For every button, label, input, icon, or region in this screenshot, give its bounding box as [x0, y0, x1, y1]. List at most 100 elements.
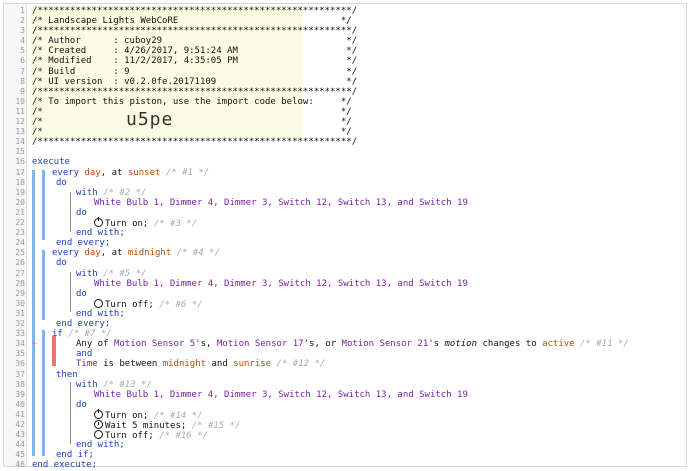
line-number: 37	[15, 369, 25, 379]
do-keyword[interactable]: do	[56, 258, 67, 268]
if-keyword: if	[52, 329, 63, 340]
time-condition[interactable]: Time is between midnight and sunrise /* …	[76, 359, 325, 369]
line-number: 5	[20, 46, 25, 56]
condition-text: 's, or	[303, 339, 342, 350]
line-number: 17	[15, 167, 25, 177]
line-number: 10	[15, 96, 25, 106]
line-number: 46	[15, 460, 25, 470]
line-number: 9	[20, 86, 25, 96]
line-number: 11	[15, 106, 25, 116]
line-number: 25	[15, 248, 25, 258]
at-token: , at	[100, 248, 123, 259]
line-number: 45	[15, 450, 25, 460]
do-keyword[interactable]: do	[76, 208, 87, 218]
device-list[interactable]: White Bulb 1, Dimmer 4, Dimmer 3, Switch…	[94, 198, 468, 208]
if-block-bar	[42, 330, 45, 456]
end-with-keyword[interactable]: end with;	[76, 309, 125, 319]
execute-block-bar	[32, 170, 35, 456]
header-blank: /* */	[32, 117, 352, 128]
end-with-keyword[interactable]: end with;	[76, 228, 125, 238]
midnight-value: midnight	[127, 248, 172, 259]
every-unit: day	[84, 167, 101, 178]
with-statement-2[interactable]: with /* #5 */	[76, 269, 146, 279]
line-number: 35	[15, 349, 25, 359]
header-blank: /* */	[32, 127, 352, 138]
do-keyword[interactable]: do	[76, 400, 87, 410]
sunrise-value: sunrise	[233, 359, 272, 370]
statement-comment: /* #7 */	[68, 329, 112, 340]
line-number: 29	[15, 288, 25, 298]
with-statement-1[interactable]: with /* #2 */	[76, 188, 146, 198]
line-number: 38	[15, 379, 25, 389]
header-title: /* Landscape Lights WebCoRE */	[32, 16, 352, 27]
every-block-bar-1	[42, 170, 45, 240]
line-number: 33	[15, 329, 25, 339]
line-number: 31	[15, 308, 25, 318]
line-number: 41	[15, 409, 25, 419]
statement-comment: /* #4 */	[176, 248, 221, 259]
line-number: 20	[15, 197, 25, 207]
device-motion-sensor-5: Motion Sensor 5	[113, 339, 196, 350]
every-statement-1[interactable]: every day, at sunset /* #1 */	[52, 168, 209, 178]
device-motion-sensor-17: Motion Sensor 17	[216, 339, 304, 350]
condition-text: 's,	[195, 339, 217, 350]
line-number: 43	[15, 430, 25, 440]
line-number: 34	[15, 339, 25, 349]
execute-keyword[interactable]: execute	[32, 157, 70, 167]
condition-text: changes to	[477, 339, 543, 350]
line-number: 16	[15, 157, 25, 167]
header-import-text: /* To import this piston, use the import…	[32, 96, 352, 107]
line-number: 2	[20, 16, 25, 26]
end-execute-keyword[interactable]: end execute;	[32, 460, 97, 470]
with-statement-3[interactable]: with /* #13 */	[76, 380, 152, 390]
line-number: 32	[15, 319, 25, 329]
with-keyword: with	[76, 379, 98, 390]
condition-marker-icon: +	[32, 339, 37, 349]
line-number: 22	[15, 218, 25, 228]
line-number: 42	[15, 419, 25, 429]
line-number: 24	[15, 238, 25, 248]
then-keyword[interactable]: then	[56, 370, 78, 380]
sunset-value: sunset	[127, 167, 161, 178]
statement-comment: /* #12 */	[276, 359, 326, 370]
import-code[interactable]: u5pe	[126, 109, 173, 130]
device-list[interactable]: White Bulb 1, Dimmer 4, Dimmer 3, Switch…	[94, 279, 468, 289]
end-if-keyword[interactable]: end if;	[56, 450, 94, 460]
header-created: /* Created : 4/26/2017, 9:51:24 AM */	[32, 46, 358, 57]
condition-text: is between	[97, 359, 163, 370]
do-keyword[interactable]: do	[76, 289, 87, 299]
and-operator[interactable]: and	[76, 349, 92, 359]
end-with-keyword[interactable]: end with;	[76, 440, 125, 450]
motion-condition[interactable]: Any of Motion Sensor 5's, Motion Sensor …	[76, 339, 629, 349]
every-statement-2[interactable]: every day, at midnight /* #4 */	[52, 248, 220, 258]
statement-comment: /* #1 */	[165, 167, 210, 178]
with-bracket-1	[70, 192, 71, 232]
line-number: 23	[15, 228, 25, 238]
header-border: /***************************************…	[32, 5, 358, 16]
end-every-keyword[interactable]: end every;	[56, 319, 110, 329]
line-number: 12	[15, 117, 25, 127]
header-border: /***************************************…	[32, 26, 358, 37]
statement-comment: /* #6 */	[159, 299, 203, 310]
attribute-motion: motion	[444, 339, 478, 350]
end-every-keyword[interactable]: end every;	[56, 238, 110, 248]
timer-icon	[94, 419, 103, 429]
device-motion-sensor-21: Motion Sensor 21	[341, 339, 429, 350]
every-unit: day	[84, 248, 101, 259]
header-ui-version: /* UI version : v0.2.0fe.20171109 */	[32, 76, 358, 87]
device-list[interactable]: White Bulb 1, Dimmer 4, Dimmer 3, Switch…	[94, 390, 468, 400]
with-keyword: with	[76, 187, 98, 198]
statement-comment: /* #2 */	[103, 187, 147, 198]
line-number: 6	[20, 56, 25, 66]
header-blank: /* */	[32, 106, 352, 117]
circle-icon	[94, 430, 103, 440]
every-keyword: every	[52, 167, 80, 178]
with-bracket-3	[70, 382, 71, 444]
line-number: 36	[15, 359, 25, 369]
if-statement[interactable]: if /* #7 */	[52, 329, 112, 339]
circle-icon	[94, 298, 103, 308]
do-keyword[interactable]: do	[56, 178, 67, 188]
line-number: 15	[15, 147, 25, 157]
piston-editor: 1 2 3 4 5 6 7 8 9 10 11 12 13 14 15 16 17 18 19 20 21 22 23 24 2…	[3, 3, 687, 470]
line-number: 21	[15, 207, 25, 217]
